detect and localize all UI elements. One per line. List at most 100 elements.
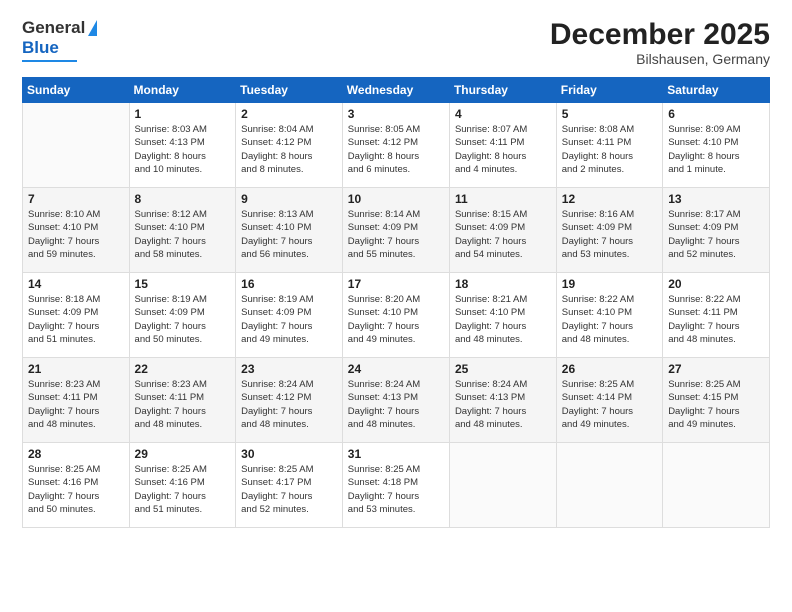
logo-triangle-icon bbox=[88, 20, 97, 36]
calendar-cell bbox=[23, 103, 130, 188]
day-info: Sunrise: 8:25 AM Sunset: 4:14 PM Dayligh… bbox=[562, 378, 657, 431]
page: General Blue December 2025 Bilshausen, G… bbox=[0, 0, 792, 612]
day-info: Sunrise: 8:25 AM Sunset: 4:16 PM Dayligh… bbox=[135, 463, 231, 516]
day-info: Sunrise: 8:18 AM Sunset: 4:09 PM Dayligh… bbox=[28, 293, 124, 346]
day-info: Sunrise: 8:08 AM Sunset: 4:11 PM Dayligh… bbox=[562, 123, 657, 176]
calendar-body: 1Sunrise: 8:03 AM Sunset: 4:13 PM Daylig… bbox=[23, 103, 770, 528]
day-number: 18 bbox=[455, 277, 551, 291]
day-info: Sunrise: 8:20 AM Sunset: 4:10 PM Dayligh… bbox=[348, 293, 444, 346]
calendar-cell: 28 Sunrise: 8:25 AM Sunset: 4:16 PM Dayli… bbox=[23, 443, 130, 528]
day-info: Sunrise: 8:23 AM Sunset: 4:11 PM Dayligh… bbox=[135, 378, 231, 431]
calendar-week-5: 28 Sunrise: 8:25 AM Sunset: 4:16 PM Dayli… bbox=[23, 443, 770, 528]
day-info: Sunrise: 8:22 AM Sunset: 4:11 PM Dayligh… bbox=[668, 293, 764, 346]
day-number: 31 bbox=[348, 447, 444, 461]
calendar-cell: 20 Sunrise: 8:22 AM Sunset: 4:11 PM Dayli… bbox=[663, 273, 770, 358]
calendar-cell: 5 Sunrise: 8:08 AM Sunset: 4:11 PM Daylig… bbox=[556, 103, 662, 188]
day-number: 10 bbox=[348, 192, 444, 206]
header: General Blue December 2025 Bilshausen, G… bbox=[22, 18, 770, 67]
day-info: Sunrise: 8:07 AM Sunset: 4:11 PM Dayligh… bbox=[455, 123, 551, 176]
day-number: 5 bbox=[562, 107, 657, 121]
calendar-cell: 24 Sunrise: 8:24 AM Sunset: 4:13 PM Dayli… bbox=[342, 358, 449, 443]
day-info: Sunrise: 8:25 AM Sunset: 4:18 PM Dayligh… bbox=[348, 463, 444, 516]
day-info: Sunrise: 8:10 AM Sunset: 4:10 PM Dayligh… bbox=[28, 208, 124, 261]
calendar-cell: 27Sunrise: 8:25 AM Sunset: 4:15 PM Dayli… bbox=[663, 358, 770, 443]
day-info: Sunrise: 8:22 AM Sunset: 4:10 PM Dayligh… bbox=[562, 293, 657, 346]
calendar-cell: 22 Sunrise: 8:23 AM Sunset: 4:11 PM Dayli… bbox=[129, 358, 236, 443]
day-info: Sunrise: 8:09 AM Sunset: 4:10 PM Dayligh… bbox=[668, 123, 764, 176]
calendar-week-3: 14 Sunrise: 8:18 AM Sunset: 4:09 PM Dayli… bbox=[23, 273, 770, 358]
day-info: Sunrise: 8:21 AM Sunset: 4:10 PM Dayligh… bbox=[455, 293, 551, 346]
calendar-cell: 15Sunrise: 8:19 AM Sunset: 4:09 PM Dayli… bbox=[129, 273, 236, 358]
day-info: Sunrise: 8:16 AM Sunset: 4:09 PM Dayligh… bbox=[562, 208, 657, 261]
day-info: Sunrise: 8:15 AM Sunset: 4:09 PM Dayligh… bbox=[455, 208, 551, 261]
day-number: 9 bbox=[241, 192, 337, 206]
day-number: 3 bbox=[348, 107, 444, 121]
title-block: December 2025 Bilshausen, Germany bbox=[550, 18, 770, 67]
day-number: 23 bbox=[241, 362, 337, 376]
calendar-cell: 14 Sunrise: 8:18 AM Sunset: 4:09 PM Dayli… bbox=[23, 273, 130, 358]
day-info: Sunrise: 8:13 AM Sunset: 4:10 PM Dayligh… bbox=[241, 208, 337, 261]
day-info: Sunrise: 8:04 AM Sunset: 4:12 PM Dayligh… bbox=[241, 123, 337, 176]
calendar-cell: 31 Sunrise: 8:25 AM Sunset: 4:18 PM Dayli… bbox=[342, 443, 449, 528]
day-number: 1 bbox=[135, 107, 231, 121]
day-number: 29 bbox=[135, 447, 231, 461]
day-number: 22 bbox=[135, 362, 231, 376]
day-number: 19 bbox=[562, 277, 657, 291]
calendar-week-4: 21 Sunrise: 8:23 AM Sunset: 4:11 PM Dayli… bbox=[23, 358, 770, 443]
calendar-header: Sunday Monday Tuesday Wednesday Thursday… bbox=[23, 78, 770, 103]
day-number: 11 bbox=[455, 192, 551, 206]
calendar-cell bbox=[556, 443, 662, 528]
day-number: 25 bbox=[455, 362, 551, 376]
day-info: Sunrise: 8:25 AM Sunset: 4:16 PM Dayligh… bbox=[28, 463, 124, 516]
calendar-week-2: 7 Sunrise: 8:10 AM Sunset: 4:10 PM Daylig… bbox=[23, 188, 770, 273]
calendar-cell: 4 Sunrise: 8:07 AM Sunset: 4:11 PM Daylig… bbox=[449, 103, 556, 188]
day-number: 17 bbox=[348, 277, 444, 291]
calendar-cell: 10 Sunrise: 8:14 AM Sunset: 4:09 PM Dayli… bbox=[342, 188, 449, 273]
day-number: 6 bbox=[668, 107, 764, 121]
day-info: Sunrise: 8:14 AM Sunset: 4:09 PM Dayligh… bbox=[348, 208, 444, 261]
col-saturday: Saturday bbox=[663, 78, 770, 103]
logo-general: General bbox=[22, 18, 85, 38]
col-monday: Monday bbox=[129, 78, 236, 103]
calendar-cell: 12 Sunrise: 8:16 AM Sunset: 4:09 PM Dayli… bbox=[556, 188, 662, 273]
day-info: Sunrise: 8:25 AM Sunset: 4:15 PM Dayligh… bbox=[668, 378, 764, 431]
calendar-cell bbox=[663, 443, 770, 528]
title-location: Bilshausen, Germany bbox=[550, 51, 770, 67]
calendar-week-1: 1Sunrise: 8:03 AM Sunset: 4:13 PM Daylig… bbox=[23, 103, 770, 188]
day-number: 12 bbox=[562, 192, 657, 206]
calendar-cell: 30Sunrise: 8:25 AM Sunset: 4:17 PM Dayli… bbox=[236, 443, 343, 528]
title-month: December 2025 bbox=[550, 18, 770, 51]
day-number: 4 bbox=[455, 107, 551, 121]
day-number: 20 bbox=[668, 277, 764, 291]
day-number: 2 bbox=[241, 107, 337, 121]
day-number: 14 bbox=[28, 277, 124, 291]
calendar-cell: 26 Sunrise: 8:25 AM Sunset: 4:14 PM Dayli… bbox=[556, 358, 662, 443]
day-info: Sunrise: 8:24 AM Sunset: 4:13 PM Dayligh… bbox=[455, 378, 551, 431]
col-tuesday: Tuesday bbox=[236, 78, 343, 103]
day-number: 26 bbox=[562, 362, 657, 376]
col-wednesday: Wednesday bbox=[342, 78, 449, 103]
calendar-cell: 6 Sunrise: 8:09 AM Sunset: 4:10 PM Daylig… bbox=[663, 103, 770, 188]
calendar-cell: 23Sunrise: 8:24 AM Sunset: 4:12 PM Dayli… bbox=[236, 358, 343, 443]
col-thursday: Thursday bbox=[449, 78, 556, 103]
calendar-cell: 3Sunrise: 8:05 AM Sunset: 4:12 PM Daylig… bbox=[342, 103, 449, 188]
day-number: 13 bbox=[668, 192, 764, 206]
day-number: 24 bbox=[348, 362, 444, 376]
day-info: Sunrise: 8:24 AM Sunset: 4:13 PM Dayligh… bbox=[348, 378, 444, 431]
logo-line bbox=[22, 60, 77, 62]
calendar-cell: 9 Sunrise: 8:13 AM Sunset: 4:10 PM Daylig… bbox=[236, 188, 343, 273]
calendar-cell: 21Sunrise: 8:23 AM Sunset: 4:11 PM Dayli… bbox=[23, 358, 130, 443]
weekday-header-row: Sunday Monday Tuesday Wednesday Thursday… bbox=[23, 78, 770, 103]
day-info: Sunrise: 8:19 AM Sunset: 4:09 PM Dayligh… bbox=[241, 293, 337, 346]
calendar-cell: 16Sunrise: 8:19 AM Sunset: 4:09 PM Dayli… bbox=[236, 273, 343, 358]
calendar: Sunday Monday Tuesday Wednesday Thursday… bbox=[22, 77, 770, 528]
calendar-cell: 19 Sunrise: 8:22 AM Sunset: 4:10 PM Dayli… bbox=[556, 273, 662, 358]
calendar-cell: 13Sunrise: 8:17 AM Sunset: 4:09 PM Dayli… bbox=[663, 188, 770, 273]
calendar-cell: 25 Sunrise: 8:24 AM Sunset: 4:13 PM Dayli… bbox=[449, 358, 556, 443]
day-number: 28 bbox=[28, 447, 124, 461]
day-number: 7 bbox=[28, 192, 124, 206]
day-number: 21 bbox=[28, 362, 124, 376]
calendar-cell: 8Sunrise: 8:12 AM Sunset: 4:10 PM Daylig… bbox=[129, 188, 236, 273]
logo: General Blue bbox=[22, 18, 97, 62]
calendar-cell: 17 Sunrise: 8:20 AM Sunset: 4:10 PM Dayli… bbox=[342, 273, 449, 358]
